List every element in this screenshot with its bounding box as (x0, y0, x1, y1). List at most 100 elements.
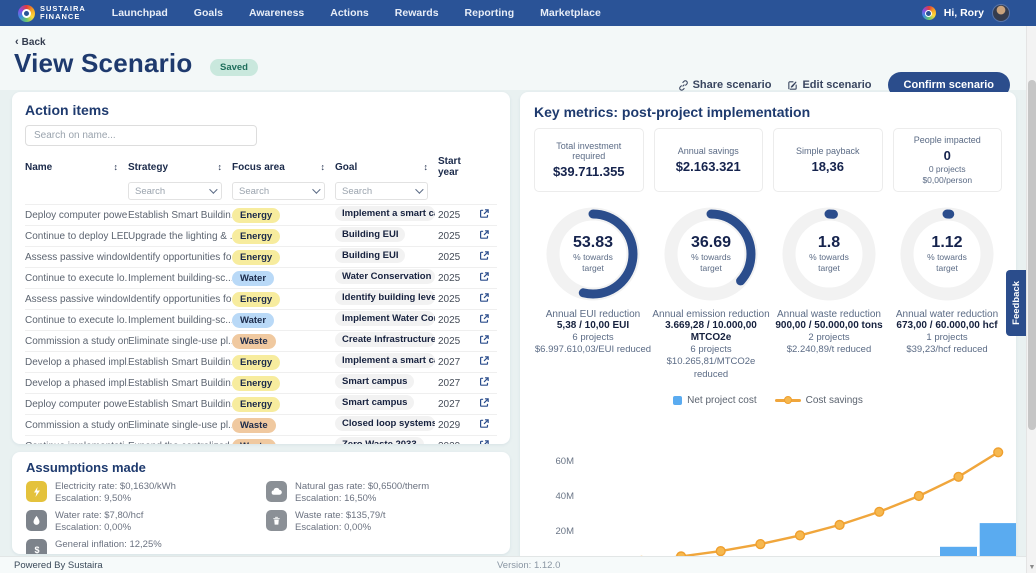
open-action-link[interactable] (479, 290, 497, 308)
gauge-cost-text: $39,23/hcf reduced (888, 344, 1006, 356)
assumption-escalation: Escalation: 9,50% (55, 493, 131, 504)
progress-gauge: 53.83% towardstargetAnnual EUI reduction… (534, 204, 652, 381)
column-header-strategy[interactable]: Strategy↕ (128, 156, 232, 178)
open-action-link[interactable] (479, 332, 497, 350)
column-header-goal[interactable]: Goal↕ (335, 156, 438, 178)
brand-logo[interactable]: SUSTAIRAFINANCE (18, 5, 86, 22)
focus-area-filter-select[interactable]: Search (232, 182, 325, 200)
column-header-name[interactable]: Name↕ (25, 156, 128, 178)
legend-cost-savings[interactable]: Cost savings (775, 395, 863, 406)
external-link-icon (479, 355, 490, 366)
gauge-progress-text: 673,00 / 60.000,00 hcf (888, 320, 1006, 332)
waste-icon (266, 510, 287, 531)
share-scenario-button[interactable]: Share scenario (678, 79, 772, 91)
external-link-icon (479, 418, 490, 429)
assumption-item: Natural gas rate: $0,6500/thermEscalatio… (266, 481, 496, 506)
focus-area-badge: Water (232, 271, 274, 286)
avatar[interactable] (992, 4, 1010, 22)
gauge-value: 1.12 (931, 234, 962, 252)
goal-badge: Building EUI (335, 227, 405, 242)
open-action-link[interactable] (479, 206, 497, 224)
table-row: Deploy computer powe...Establish Smart B… (25, 393, 497, 414)
gauge-sub: target (936, 263, 958, 274)
focus-area-badge: Energy (232, 355, 280, 370)
scroll-down-arrow-icon[interactable]: ▼ (1028, 564, 1036, 571)
sort-icon[interactable]: ↕ (321, 162, 326, 172)
open-action-link[interactable] (479, 311, 497, 329)
nav-item-marketplace[interactable]: Marketplace (540, 7, 601, 19)
open-action-link[interactable] (479, 437, 497, 444)
open-action-link[interactable] (479, 374, 497, 392)
feedback-button[interactable]: Feedback (1006, 270, 1026, 336)
combo-chart-svg[interactable]: 60M40M20M0-20M (534, 406, 1016, 573)
external-link-icon (479, 292, 490, 303)
external-link-icon (479, 208, 490, 219)
assumption-escalation: Escalation: 16,50% (295, 493, 376, 504)
assumption-rate: Natural gas rate: $0,6500/therm (295, 481, 429, 492)
column-header-focus-area[interactable]: Focus area↕ (232, 156, 335, 178)
open-action-link[interactable] (479, 269, 497, 287)
cell-strategy: Eliminate single-use pl... (128, 420, 232, 431)
gauge-sub: target (818, 263, 840, 274)
goal-filter-select[interactable]: Search (335, 182, 428, 200)
table-header: Name↕ Strategy↕ Focus area↕ Goal↕ Start … (25, 156, 497, 178)
svg-text:20M: 20M (556, 526, 575, 537)
cell-start-year: 2025 (438, 252, 479, 263)
assumption-item: Electricity rate: $0,1630/kWhEscalation:… (26, 481, 256, 506)
table-filters: Search Search Search (25, 182, 497, 200)
inflation-icon: $ (26, 539, 47, 554)
external-link-icon (479, 334, 490, 345)
assumptions-card: Assumptions made Electricity rate: $0,16… (12, 452, 510, 554)
search-input[interactable] (25, 125, 257, 146)
footer-bar: Powered By Sustaira Version: 1.12.0 (0, 556, 1036, 573)
metric-value: 18,36 (778, 159, 878, 174)
table-body: Deploy computer powe...Establish Smart B… (25, 204, 497, 444)
cell-strategy: Eliminate single-use pl... (128, 336, 232, 347)
goal-badge: Implement Water Conse (335, 311, 435, 326)
gauge-caption: Annual water reduction (888, 309, 1006, 320)
goal-badge: Implement a smart cam (335, 206, 435, 221)
key-metrics-card: Key metrics: post-project implementation… (520, 92, 1016, 573)
cell-strategy: Expand the centralized ... (128, 441, 232, 445)
action-items-title: Action items (25, 102, 497, 118)
scrollbar-thumb[interactable] (1028, 80, 1036, 430)
back-link[interactable]: ‹Back (15, 36, 46, 48)
nav-item-reporting[interactable]: Reporting (465, 7, 515, 19)
sort-icon[interactable]: ↕ (218, 162, 223, 172)
nav-item-awareness[interactable]: Awareness (249, 7, 304, 19)
open-action-link[interactable] (479, 248, 497, 266)
natural-gas-icon (266, 481, 287, 502)
nav-item-rewards[interactable]: Rewards (395, 7, 439, 19)
external-link-icon (479, 313, 490, 324)
page-title: View Scenario (14, 48, 192, 79)
sort-icon[interactable]: ↕ (424, 162, 429, 172)
nav-item-goals[interactable]: Goals (194, 7, 223, 19)
gauge-progress-text: 3.669,28 / 10.000,00 MTCO2e (652, 320, 770, 344)
chevron-down-icon (415, 185, 423, 193)
cell-start-year: 2025 (438, 315, 479, 326)
column-header-start-year[interactable]: Start year (438, 156, 479, 178)
cell-strategy: Establish Smart Buildin... (128, 357, 232, 368)
open-action-link[interactable] (479, 353, 497, 371)
nav-item-launchpad[interactable]: Launchpad (112, 7, 168, 19)
metric-value: $2.163.321 (659, 159, 759, 174)
gauge-cost-text: $6.997.610,03/EUI reduced (534, 344, 652, 356)
open-action-link[interactable] (479, 395, 497, 413)
nav-user-area: Hi, Rory (922, 4, 1010, 22)
share-link-icon (678, 80, 689, 91)
edit-scenario-button[interactable]: Edit scenario (787, 79, 871, 91)
sustaira-mini-icon[interactable] (922, 6, 936, 20)
back-chevron-icon: ‹ (15, 36, 19, 48)
strategy-filter-select[interactable]: Search (128, 182, 222, 200)
legend-net-project-cost[interactable]: Net project cost (673, 395, 756, 406)
assumptions-title: Assumptions made (26, 460, 496, 475)
table-row: Continue to execute lo...Implement build… (25, 309, 497, 330)
gauge-caption: Annual EUI reduction (534, 309, 652, 320)
open-action-link[interactable] (479, 227, 497, 245)
gauge-projects-text: 6 projects (652, 344, 770, 356)
vertical-scrollbar[interactable]: ▼ (1026, 26, 1036, 573)
open-action-link[interactable] (479, 416, 497, 434)
sort-icon[interactable]: ↕ (114, 162, 119, 172)
nav-item-actions[interactable]: Actions (330, 7, 369, 19)
cell-strategy: Identify opportunities fo... (128, 252, 232, 263)
